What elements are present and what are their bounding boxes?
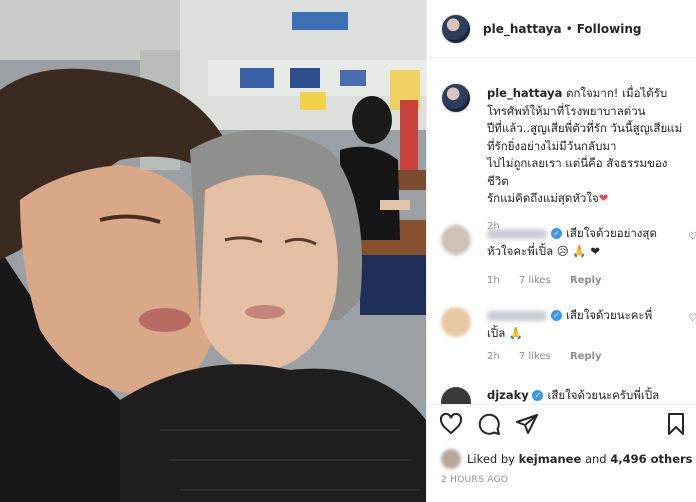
paper-plane-icon[interactable] <box>515 412 539 436</box>
separator-dot: • <box>565 21 573 36</box>
comment-meta: 2h 7 likes Reply <box>487 351 618 362</box>
caption-author-avatar[interactable] <box>441 83 471 113</box>
liker-username[interactable]: kejmanee <box>519 452 582 466</box>
caption-line: รักแม่คิดถึงแม่สุดหัวใจ <box>487 191 599 205</box>
commenter-avatar[interactable] <box>441 387 471 404</box>
caption-line: โทรศัพท์ให้มาที่โรงพยาบาลด่วน <box>487 103 646 118</box>
commenter-username-blurred[interactable] <box>487 310 547 321</box>
comment-icon[interactable] <box>477 412 501 436</box>
verified-badge-icon: ✓ <box>551 310 562 321</box>
heart-outline-icon[interactable] <box>439 412 463 436</box>
verified-badge-icon: ✓ <box>532 390 544 401</box>
reply-button[interactable]: Reply <box>570 275 602 286</box>
post-side-panel: ple_hattaya • Following ple_hattaya ตกใจ… <box>426 0 696 502</box>
comment-likes[interactable]: 7 likes <box>519 351 551 362</box>
likes-summary[interactable]: Liked by kejmanee and 4,496 others <box>441 449 693 469</box>
verified-badge-icon: ✓ <box>551 228 562 239</box>
post-photo <box>0 0 426 502</box>
commenter-username-blurred[interactable] <box>487 228 547 239</box>
comment-line: เสียใจด้วยนะครับพี่เปิ้ล <box>547 388 660 402</box>
comment-time: 1h <box>487 275 500 286</box>
comment-like-heart-icon[interactable]: ♡ <box>688 313 696 324</box>
commenter-avatar[interactable] <box>441 307 471 337</box>
liker-avatar <box>441 449 461 469</box>
commenter-avatar[interactable] <box>441 225 471 255</box>
author-username[interactable]: ple_hattaya <box>483 22 562 36</box>
comment-line: เปิ้ล 🙏 <box>487 325 524 340</box>
caption-username[interactable]: ple_hattaya <box>487 86 562 100</box>
comment-text: ✓ เสียใจด้วยอย่างสุด หัวใจคะพี่เปิ้ล 😥 🙏 … <box>487 225 672 260</box>
reply-button[interactable]: Reply <box>570 351 602 362</box>
post-timestamp: 2 HOURS AGO <box>441 475 509 485</box>
post-actions: Liked by kejmanee and 4,496 others 2 HOU… <box>427 404 696 502</box>
likes-and: and <box>584 452 607 466</box>
caption-text: ple_hattaya ตกใจมาก! เมื่อได้รับ โทรศัพท… <box>487 85 683 235</box>
caption-line: ปีที่แล้ว..สูญเสียพี่ตัวที่รัก วันนี้สูญ… <box>487 121 683 135</box>
action-icons <box>439 412 539 436</box>
following-button[interactable]: Following <box>577 22 642 36</box>
comment-text: djzaky ✓ เสียใจด้วยนะครับพี่เปิ้ล <box>487 387 672 404</box>
comment-meta: 1h 7 likes Reply <box>487 275 618 286</box>
author-avatar[interactable] <box>441 13 471 44</box>
comment-likes[interactable]: 7 likes <box>519 275 551 286</box>
comment-line: เสียใจด้วยอย่างสุด <box>566 226 657 240</box>
bookmark-icon[interactable] <box>665 412 687 436</box>
likes-others-count[interactable]: 4,496 others <box>610 452 692 466</box>
post-header: ple_hattaya • Following <box>427 0 696 58</box>
red-heart-emoji: ❤ <box>598 191 609 205</box>
comments-scroll-area[interactable]: ple_hattaya ตกใจมาก! เมื่อได้รับ โทรศัพท… <box>427 59 696 404</box>
comment-line: เสียใจด้วยนะคะพี่ <box>566 308 653 322</box>
caption-line: ที่รักยิ่งอย่างไม่มีวันกลับมา <box>487 138 617 153</box>
comment-line: หัวใจคะพี่เปิ้ล 😥 🙏 ❤ <box>487 243 601 258</box>
commenter-username[interactable]: djzaky <box>487 388 529 402</box>
likes-prefix: Liked by <box>467 452 515 466</box>
comment-text: ✓ เสียใจด้วยนะคะพี่ เปิ้ล 🙏 <box>487 307 672 342</box>
hospital-selfie-image <box>0 0 426 502</box>
comment-time: 2h <box>487 351 500 362</box>
comment-like-heart-icon[interactable]: ♡ <box>688 231 696 242</box>
caption-line: ไปไม่ถูกเลยเรา แต่นี่คือ สัจธรรมของชีวิต <box>487 156 668 188</box>
caption-line: ตกใจมาก! เมื่อได้รับ <box>566 86 668 100</box>
